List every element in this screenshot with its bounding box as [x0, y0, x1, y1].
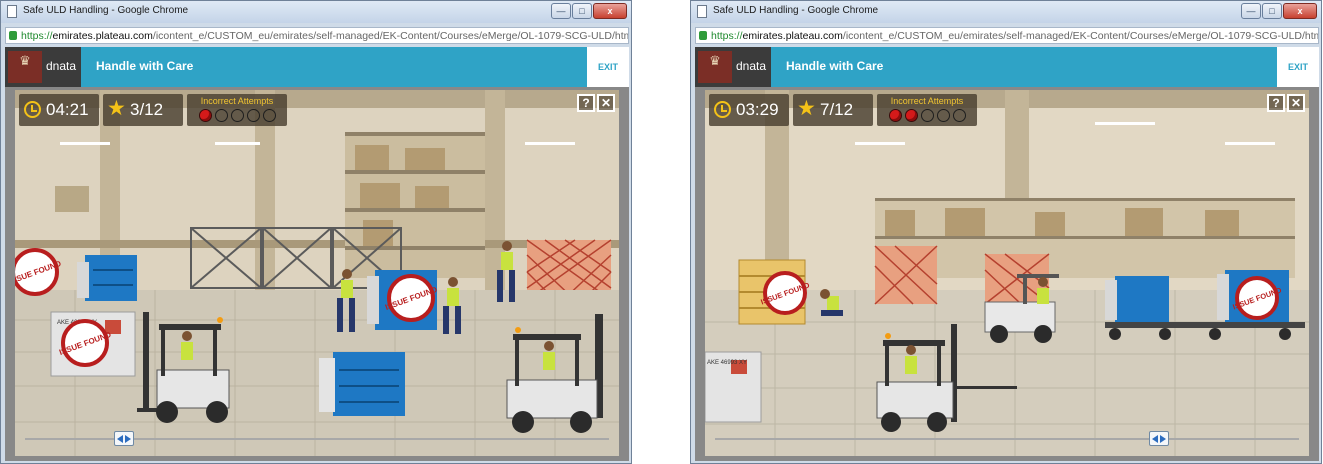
close-game-button[interactable]: ✕ [597, 94, 615, 112]
attempt-indicator [199, 109, 212, 122]
url-text[interactable]: https://emirates.plateau.com/icontent_e/… [711, 30, 1319, 42]
address-bar[interactable]: https://emirates.plateau.com/icontent_e/… [5, 27, 629, 44]
lock-icon [9, 31, 17, 40]
url-path: /icontent_e/CUSTOM_eu/emirates/self-mana… [152, 30, 629, 42]
incorrect-attempts-panel: Incorrect Attempts [187, 94, 287, 126]
emirates-logo [698, 51, 732, 83]
warehouse-scene: ISSUE FOUND ISSUE FOUND AKE ISSUE FOUND [15, 90, 619, 456]
url-scheme: https:// [711, 30, 743, 42]
browser-title-bar[interactable]: Safe ULD Handling - Google Chrome — □ x [1, 1, 631, 23]
timeline-scroll-handle[interactable] [1148, 431, 1169, 446]
attempt-indicator [231, 109, 244, 122]
close-window-button[interactable]: x [1283, 3, 1317, 19]
course-title: Handle with Care [96, 59, 194, 73]
incorrect-attempts-panel: Incorrect Attempts [877, 94, 977, 126]
lock-icon [699, 31, 707, 40]
maximize-button[interactable]: □ [1262, 3, 1282, 19]
attempt-indicator [905, 109, 918, 122]
svg-text:AKE 46993 XY: AKE 46993 XY [707, 360, 747, 366]
attempt-indicators [889, 109, 966, 122]
course-header: dnata Handle with Care EXIT [695, 47, 1319, 87]
timeline-track[interactable] [25, 438, 609, 440]
emirates-dnata-logo: dnata [695, 47, 771, 87]
attempt-indicator [953, 109, 966, 122]
page-icon [7, 5, 17, 18]
browser-title: Safe ULD Handling - Google Chrome [23, 5, 189, 16]
exit-button[interactable]: EXIT [1277, 47, 1319, 87]
url-text[interactable]: https://emirates.plateau.com/icontent_e/… [21, 30, 629, 42]
minimize-button[interactable]: — [1241, 3, 1261, 19]
maximize-button[interactable]: □ [572, 3, 592, 19]
dnata-logo-text: dnata [736, 59, 767, 73]
timer-value: 04:21 [46, 100, 89, 119]
incorrect-attempts-label: Incorrect Attempts [890, 96, 964, 106]
star-icon: ★ [107, 97, 126, 120]
attempt-indicator [215, 109, 228, 122]
page-icon [697, 5, 707, 18]
url-path: /icontent_e/CUSTOM_eu/emirates/self-mana… [842, 30, 1319, 42]
blue-uld-container [319, 352, 405, 416]
dnata-logo-text: dnata [46, 59, 77, 73]
score-panel: ★ 3/12 [103, 94, 183, 126]
blue-uld-container [77, 255, 137, 301]
url-host: emirates.plateau.com [742, 30, 843, 42]
attempt-indicator [937, 109, 950, 122]
course-player: dnata Handle with Care EXIT [695, 47, 1319, 461]
timer-panel: 04:21 [19, 94, 99, 126]
grey-uld-container: AKE 46993 XY [705, 351, 762, 423]
help-button[interactable]: ? [577, 94, 595, 112]
score-value: 7/12 [820, 100, 854, 119]
browser-title: Safe ULD Handling - Google Chrome [713, 5, 879, 16]
emirates-dnata-logo: dnata [5, 47, 81, 87]
timer-value: 03:29 [736, 100, 779, 119]
attempt-indicators [199, 109, 276, 122]
close-game-button[interactable]: ✕ [1287, 94, 1305, 112]
star-icon: ★ [797, 97, 816, 120]
attempt-indicator [921, 109, 934, 122]
close-window-button[interactable]: x [593, 3, 627, 19]
attempt-indicator [247, 109, 260, 122]
browser-window-left: Safe ULD Handling - Google Chrome — □ x … [0, 0, 632, 464]
exit-button[interactable]: EXIT [587, 47, 629, 87]
attempt-indicator [889, 109, 902, 122]
warehouse-scene: ISSUE FOUND ISSUE FOUND AKE 46993 XY [705, 90, 1309, 456]
clock-icon [714, 101, 731, 118]
warehouse-shelf [875, 198, 1295, 278]
game-area[interactable]: ISSUE FOUND ISSUE FOUND AKE ISSUE FOUND … [15, 90, 619, 456]
clock-icon [24, 101, 41, 118]
address-bar[interactable]: https://emirates.plateau.com/icontent_e/… [695, 27, 1319, 44]
url-scheme: https:// [21, 30, 53, 42]
help-button[interactable]: ? [1267, 94, 1285, 112]
timeline-track[interactable] [715, 438, 1299, 440]
emirates-logo [8, 51, 42, 83]
url-host: emirates.plateau.com [52, 30, 153, 42]
course-player: dnata Handle with Care EXIT [5, 47, 629, 461]
browser-title-bar[interactable]: Safe ULD Handling - Google Chrome — □ x [691, 1, 1321, 23]
attempt-indicator [263, 109, 276, 122]
course-title: Handle with Care [786, 59, 884, 73]
score-value: 3/12 [130, 100, 164, 119]
incorrect-attempts-label: Incorrect Attempts [200, 96, 274, 106]
browser-window-right: Safe ULD Handling - Google Chrome — □ x … [690, 0, 1322, 464]
timer-panel: 03:29 [709, 94, 789, 126]
timeline-scroll-handle[interactable] [114, 431, 135, 446]
game-area[interactable]: ISSUE FOUND ISSUE FOUND AKE 46993 XY 03:… [705, 90, 1309, 456]
minimize-button[interactable]: — [551, 3, 571, 19]
score-panel: ★ 7/12 [793, 94, 873, 126]
course-header: dnata Handle with Care EXIT [5, 47, 629, 87]
